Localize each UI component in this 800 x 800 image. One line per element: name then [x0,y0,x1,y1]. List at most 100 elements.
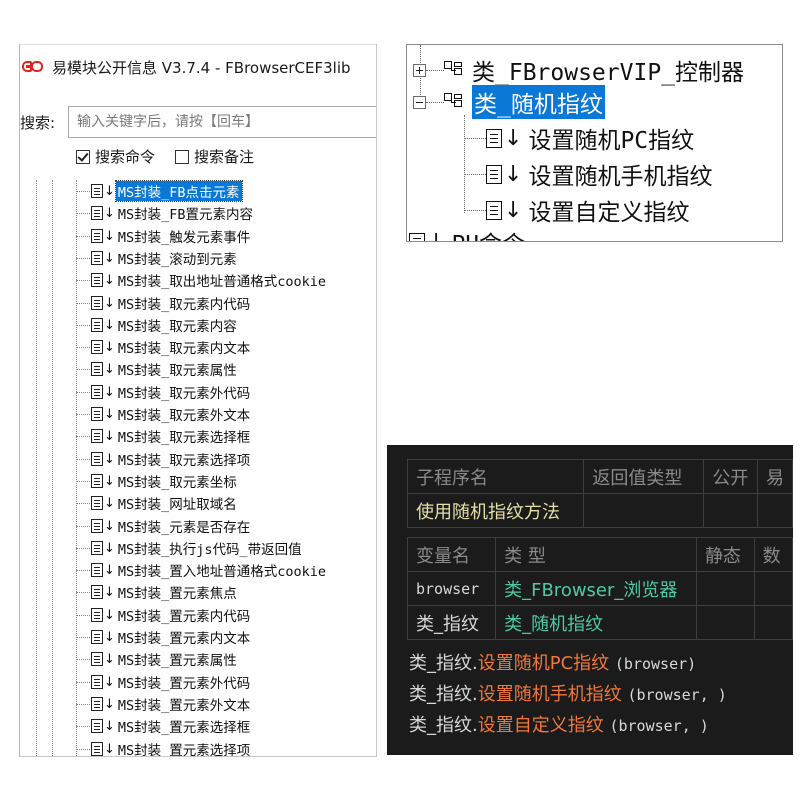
var-array-cell[interactable] [753,605,793,640]
arrow-down-icon: ↓ [104,674,115,690]
tree-item[interactable]: ↓ MS封装_置元素焦点 [76,581,239,603]
tree-item-label: MS封装_网址取域名 [117,497,237,513]
method-icon [91,251,103,265]
tree-item[interactable]: ↓ MS封装_取元素外代码 [76,381,252,403]
tree-item[interactable]: ↓ MS封装_取元素属性 [76,358,239,380]
tree-item[interactable]: ↓ MS封装_置元素外文本 [76,693,252,715]
method-icon [91,496,103,510]
variable-row[interactable]: browser 类_FBrowser_浏览器 [406,571,793,606]
arrow-down-icon: ↓ [104,295,115,311]
class-node-random-fingerprint[interactable]: 类_随机指纹 [413,85,605,119]
method-node[interactable]: ↓ 设置随机手机指纹 [464,157,712,191]
tree-item[interactable]: ↓ MS封装_取元素外文本 [76,403,252,425]
variable-table: 变量名 类 型 静态 数 browser 类_FBrowser_浏览器 类_指纹… [406,537,793,640]
tree-item[interactable]: ↓ MS封装_置元素内代码 [76,604,252,626]
code-object: 类_指纹. [409,715,478,736]
var-static-cell[interactable] [695,605,755,640]
code-line[interactable]: 类_指纹.设置随机手机指纹 (browser, ) [409,680,727,706]
method-icon [91,362,103,376]
code-args: (browser, ) [609,717,709,735]
tree-item-label: MS封装_置元素外代码 [117,676,251,692]
method-icon [91,452,103,466]
tree-item[interactable]: ↓ MS封装_置元素选择框 [76,715,252,737]
variable-header-row: 变量名 类 型 静态 数 [406,537,793,572]
collapse-minus-icon[interactable] [413,95,426,109]
public-cell[interactable] [703,493,758,528]
tree-item[interactable]: ↓ MS封装_取出地址普通格式cookie [76,269,328,291]
method-icon [486,200,502,220]
arrow-down-icon: ↓ [427,229,446,242]
tree-item[interactable]: ↓ MS封装_FB点击元素 [76,180,243,202]
method-icon [486,128,502,148]
arrow-down-icon: ↓ [104,317,115,333]
header-return-type: 返回值类型 [583,459,705,494]
tree-item[interactable]: ↓ MS封装_网址取域名 [76,492,239,514]
cut-off-label: PU命令 [451,225,525,241]
var-type-cell[interactable]: 类_随机指纹 [495,605,697,640]
arrow-down-icon: ↓ [104,339,115,355]
code-line[interactable]: 类_指纹.设置随机PC指纹 (browser) [409,649,696,675]
module-info-window: 易模块公开信息 V3.7.4 - FBrowserCEF3lib 搜索: 搜索命… [19,44,377,757]
arrow-down-icon: ↓ [104,495,115,511]
arrow-down-icon: ↓ [104,741,115,757]
var-name-cell[interactable]: 类_指纹 [406,605,497,640]
tree-item[interactable]: ↓ MS封装_取元素内容 [76,314,239,336]
method-node[interactable]: ↓ 设置随机PC指纹 [464,121,694,155]
tree-item[interactable]: ↓ MS封装_FB置元素内容 [76,202,255,224]
tree-item[interactable]: ↓ MS封装_置元素内文本 [76,626,252,648]
tree-item[interactable]: ↓ MS封装_执行js代码_带返回值 [76,537,304,559]
search-options: 搜索命令 搜索备注 [76,146,274,167]
header-var-type: 类 型 [495,537,697,572]
search-commands-checkbox[interactable] [76,149,90,164]
var-type-cell[interactable]: 类_FBrowser_浏览器 [495,571,697,606]
method-node[interactable]: ↓ 设置自定义指纹 [464,193,689,227]
var-array-cell[interactable] [753,571,793,606]
tree-item[interactable]: ↓ MS封装_取元素坐标 [76,470,239,492]
tree-item[interactable]: ↓ MS封装_置入地址普通格式cookie [76,559,328,581]
method-icon [91,608,103,622]
search-commands-label: 搜索命令 [95,148,156,166]
sub-name-cell[interactable]: 使用随机指纹方法 [406,493,585,528]
method-icon [91,719,103,733]
arrow-down-icon: ↓ [104,406,115,422]
var-name-cell[interactable]: browser [406,571,497,606]
tree-item[interactable]: ↓ MS封装_滚动到元素 [76,247,239,269]
class-node-fbrowser-vip[interactable]: 类_FBrowserVIP_控制器 [413,53,744,87]
tree-item[interactable]: ↓ MS封装_取元素内代码 [76,292,252,314]
tree-item[interactable]: ↓ MS封装_置元素外代码 [76,671,252,693]
arrow-down-icon: ↓ [104,518,115,534]
tree-guide-line [36,180,37,756]
tree-item[interactable]: ↓ MS封装_置元素属性 [76,648,239,670]
tree-item[interactable]: ↓ MS封装_触发元素事件 [76,225,252,247]
expand-plus-icon[interactable] [413,63,426,77]
method-icon [91,318,103,332]
tree-item[interactable]: ↓ MS封装_元素是否存在 [76,515,252,537]
method-icon [91,429,103,443]
arrow-down-icon: ↓ [104,696,115,712]
search-notes-option[interactable]: 搜索备注 [175,146,254,167]
method-icon [91,474,103,488]
tree-item-label: MS封装_取出地址普通格式cookie [117,274,327,290]
var-static-cell[interactable] [695,571,755,606]
subroutine-table: 子程序名 返回值类型 公开 易 使用随机指纹方法 [406,459,793,528]
search-commands-option[interactable]: 搜索命令 [76,146,155,167]
class-icon [444,92,466,112]
tree-item-label: MS封装_取元素选择框 [117,430,251,446]
tree-item[interactable]: ↓ MS封装_取元素选择框 [76,425,252,447]
method-label: 设置随机手机指纹 [528,164,713,190]
tree-item[interactable]: ↓ MS封装_置元素选择项 [76,738,252,757]
tree-item[interactable]: ↓ MS封装_取元素选择项 [76,448,252,470]
tree-item-label: MS封装_触发元素事件 [117,230,251,246]
subroutine-row[interactable]: 使用随机指纹方法 [406,493,793,528]
method-icon [91,519,103,533]
return-type-cell[interactable] [583,493,705,528]
code-line[interactable]: 类_指纹.设置自定义指纹 (browser, ) [409,711,709,737]
header-sub-name: 子程序名 [406,459,585,494]
arrow-down-icon: ↓ [104,183,115,199]
search-notes-checkbox[interactable] [175,149,190,164]
extra-cell[interactable] [756,493,793,528]
tree-item[interactable]: ↓ MS封装_取元素内文本 [76,336,252,358]
variable-row[interactable]: 类_指纹 类_随机指纹 [406,605,793,640]
search-input[interactable] [68,106,376,138]
code-editor-panel: 子程序名 返回值类型 公开 易 使用随机指纹方法 变量名 类 型 静态 数 br… [387,445,793,755]
